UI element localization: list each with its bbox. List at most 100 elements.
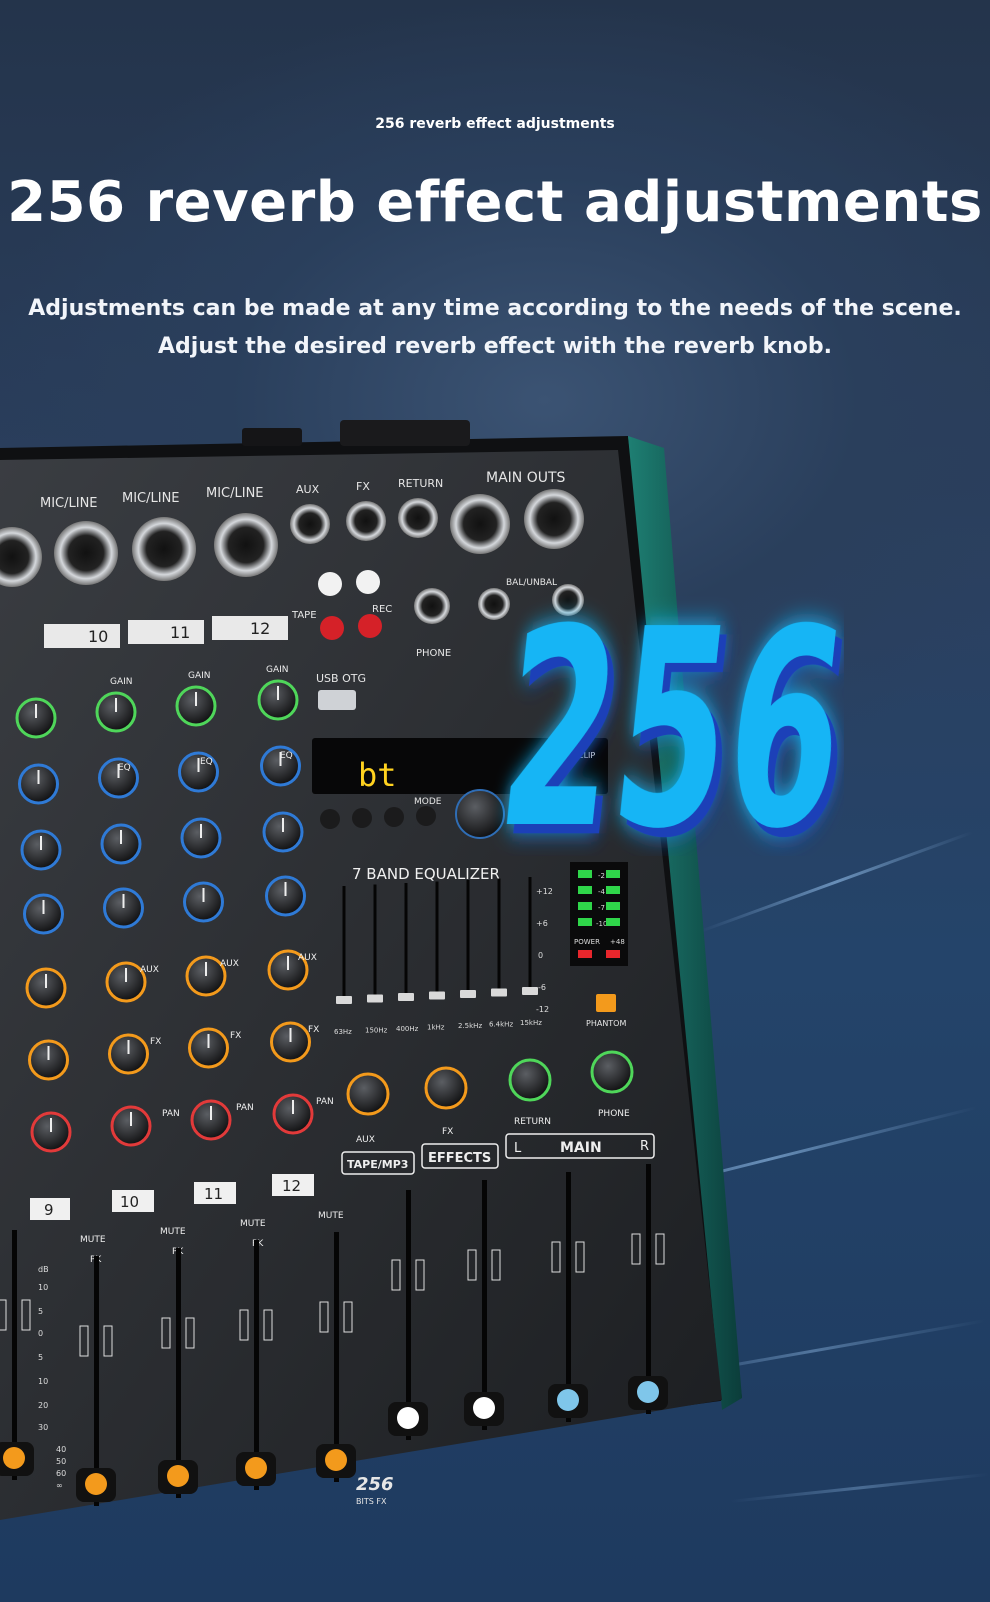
fx-jack[interactable] (346, 501, 386, 541)
eq-slider-track (497, 878, 501, 995)
meter-led (606, 902, 620, 910)
svg-text:RETURN: RETURN (514, 1117, 551, 1127)
svg-text:60: 60 (56, 1469, 66, 1478)
svg-text:EQ: EQ (118, 763, 131, 773)
svg-text:30: 30 (38, 1423, 48, 1432)
eq-slider-cap[interactable] (491, 988, 507, 997)
svg-text:MUTE: MUTE (80, 1235, 106, 1245)
badge-256-text: 256 (487, 572, 844, 856)
svg-text:MAIN: MAIN (560, 1140, 602, 1156)
eq-slider-cap[interactable] (398, 993, 414, 1001)
rec-out-r[interactable] (358, 614, 382, 638)
power-led (578, 950, 592, 958)
svg-text:AUX: AUX (220, 959, 239, 969)
combo-jack[interactable] (132, 517, 196, 581)
fx-master-knob[interactable] (424, 1066, 468, 1110)
svg-text:USB OTG: USB OTG (316, 672, 366, 685)
svg-text:MUTE: MUTE (318, 1211, 344, 1221)
fader-cap (473, 1397, 495, 1419)
rec-out-l[interactable] (356, 570, 380, 594)
svg-text:MODE: MODE (414, 797, 442, 807)
next-button[interactable] (352, 808, 372, 828)
eq-slider-cap[interactable] (336, 996, 352, 1004)
eq-slider-track (466, 880, 470, 996)
svg-text:RETURN: RETURN (398, 477, 443, 490)
svg-text:MUTE: MUTE (240, 1219, 266, 1229)
meter-led (606, 870, 620, 878)
svg-text:0: 0 (538, 951, 543, 960)
meter-led (578, 902, 592, 910)
svg-text:FX: FX (230, 1031, 241, 1041)
svg-text:-12: -12 (536, 1005, 549, 1014)
combo-jack[interactable] (54, 521, 118, 585)
meter-led (578, 886, 592, 894)
svg-text:50: 50 (56, 1457, 66, 1466)
fader-cap (85, 1473, 107, 1495)
svg-text:PHONE: PHONE (598, 1109, 630, 1119)
eq-slider-track (404, 883, 408, 999)
prev-button[interactable] (320, 809, 340, 829)
svg-text:-4: -4 (598, 888, 606, 896)
aux-jack[interactable] (290, 504, 330, 544)
main-out-l-xlr[interactable] (450, 494, 510, 554)
svg-text:PAN: PAN (162, 1109, 180, 1119)
badge-256: 256 256 (487, 572, 844, 856)
power-switch[interactable] (340, 420, 470, 446)
eq-band-label: 15kHz (520, 1019, 542, 1027)
phone-jack[interactable] (414, 588, 450, 624)
eq-band-label: 400Hz (396, 1025, 419, 1033)
eq-slider-cap[interactable] (460, 990, 476, 998)
svg-text:12: 12 (250, 619, 270, 638)
svg-text:10: 10 (120, 1193, 139, 1211)
combo-jack[interactable] (214, 513, 278, 577)
eq-slider-cap[interactable] (367, 994, 383, 1003)
svg-text:REC: REC (372, 604, 392, 615)
svg-text:10: 10 (38, 1283, 48, 1292)
phantom-switch[interactable] (596, 994, 616, 1012)
meter-led (606, 886, 620, 894)
channel-label-strip (128, 620, 204, 644)
fader-cap (3, 1447, 25, 1469)
svg-text:BITS FX: BITS FX (356, 1497, 387, 1506)
svg-text:GAIN: GAIN (266, 665, 289, 675)
svg-text:5: 5 (38, 1307, 43, 1316)
svg-text:MIC/LINE: MIC/LINE (122, 491, 180, 506)
svg-text:AUX: AUX (140, 965, 159, 975)
eq-slider-cap[interactable] (429, 991, 445, 1000)
svg-text:PHANTOM: PHANTOM (586, 1019, 626, 1028)
return-knob[interactable] (508, 1058, 552, 1102)
return-jack[interactable] (398, 498, 438, 538)
phone-level-knob[interactable] (590, 1050, 634, 1094)
usb-port[interactable] (318, 690, 356, 710)
aux-master-knob[interactable] (346, 1072, 390, 1116)
svg-text:20: 20 (38, 1401, 48, 1410)
svg-text:40: 40 (56, 1445, 66, 1454)
mode-button[interactable] (416, 806, 436, 826)
svg-text:bt: bt (358, 756, 397, 794)
svg-text:-2: -2 (598, 872, 605, 880)
svg-text:7 BAND EQUALIZER: 7 BAND EQUALIZER (352, 865, 500, 883)
eq-slider-track (435, 881, 439, 998)
svg-text:12: 12 (282, 1177, 301, 1195)
eq-slider-track (528, 877, 532, 993)
main-out-r-xlr[interactable] (524, 489, 584, 549)
eq-slider-cap[interactable] (522, 987, 538, 995)
svg-text:EQ: EQ (280, 751, 293, 761)
eq-band-label: 2.5kHz (458, 1022, 482, 1030)
tape-in-r[interactable] (320, 616, 344, 640)
eq-band-label: 6.4kHz (489, 1021, 513, 1029)
svg-text:MAIN OUTS: MAIN OUTS (486, 470, 566, 486)
play-button[interactable] (384, 807, 404, 827)
svg-text:MUTE: MUTE (160, 1227, 186, 1237)
svg-text:TAPE: TAPE (291, 610, 317, 621)
svg-text:FX: FX (308, 1025, 319, 1035)
svg-text:MIC/LINE: MIC/LINE (40, 496, 98, 511)
svg-text:5: 5 (38, 1353, 43, 1362)
svg-text:FX: FX (356, 480, 370, 493)
tape-in-l[interactable] (318, 572, 342, 596)
svg-text:EQ: EQ (200, 757, 213, 767)
fader-cap (397, 1407, 419, 1429)
fader-cap (637, 1381, 659, 1403)
svg-text:GAIN: GAIN (110, 677, 133, 687)
svg-text:∞: ∞ (56, 1481, 63, 1490)
